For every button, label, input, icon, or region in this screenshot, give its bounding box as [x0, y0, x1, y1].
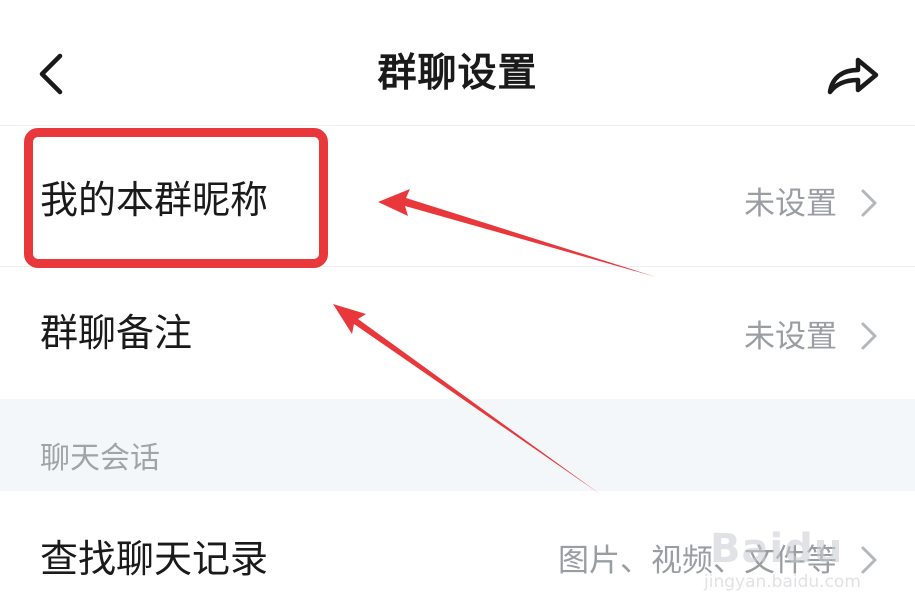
row-label: 查找聊天记录: [40, 537, 269, 581]
watermark: Baidu jingyan.baidu.com: [700, 518, 870, 598]
group-chat-settings-screen: 群聊设置 我的本群昵称 未设置 群聊备注 未设置 聊天会话 查找聊天记录 图片、…: [0, 0, 915, 611]
chevron-right-icon: [861, 322, 877, 350]
section-header-chat: 聊天会话: [0, 399, 915, 491]
row-value: 未设置: [744, 186, 837, 222]
top-nav-bar: 群聊设置: [0, 0, 915, 126]
annotation-highlight-box: [24, 128, 328, 268]
watermark-url: jingyan.baidu.com: [704, 572, 861, 592]
chevron-right-icon: [861, 189, 877, 217]
section-title: 聊天会话: [40, 441, 160, 476]
row-label: 群聊备注: [40, 311, 193, 355]
share-arrow-icon: [827, 57, 879, 95]
watermark-brand: Baidu: [710, 526, 844, 572]
page-title: 群聊设置: [377, 51, 538, 96]
row-value: 未设置: [744, 319, 837, 355]
group-remark-row[interactable]: 群聊备注 未设置: [0, 267, 915, 399]
share-button[interactable]: [822, 48, 882, 100]
